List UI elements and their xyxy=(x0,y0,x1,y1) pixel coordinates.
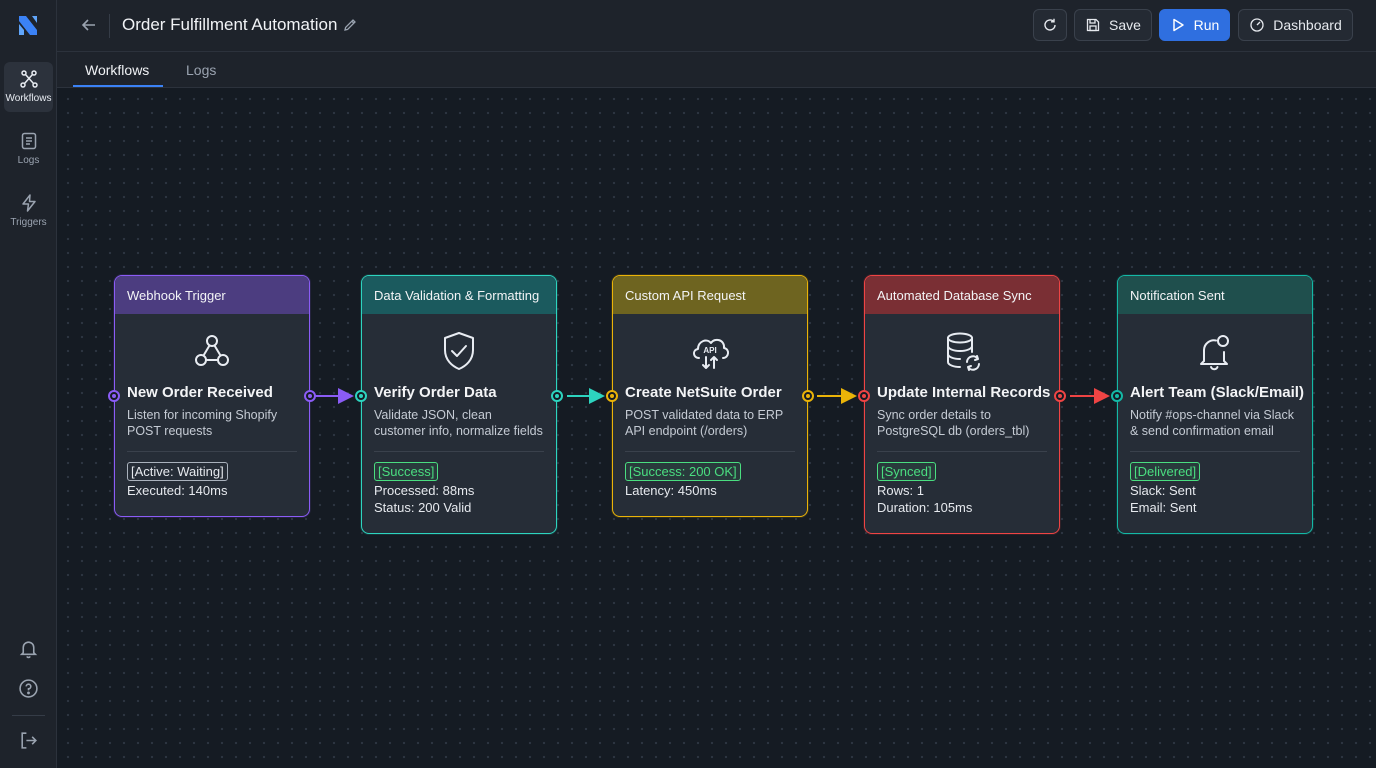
dashboard-label: Dashboard xyxy=(1273,17,1342,33)
input-port[interactable] xyxy=(108,390,120,402)
help-icon[interactable] xyxy=(18,678,39,699)
node-stat: Email: Sent xyxy=(1130,500,1197,515)
node-description: Notify #ops-channel via Slack & send con… xyxy=(1130,408,1294,438)
rail-divider xyxy=(12,715,45,716)
status-badge: [Success: 200 OK] xyxy=(625,462,741,481)
node-description: Listen for incoming Shopify POST request… xyxy=(127,408,278,438)
workflow-icon xyxy=(19,70,38,88)
save-label: Save xyxy=(1109,17,1141,33)
input-port[interactable] xyxy=(858,390,870,402)
node-title: New Order Received xyxy=(127,384,273,401)
dashboard-button[interactable]: Dashboard xyxy=(1238,9,1353,41)
workflow-node[interactable]: Notification Sent Alert Team (Slack/Emai… xyxy=(1117,275,1313,534)
node-title: Verify Order Data xyxy=(374,384,497,401)
node-header: Notification Sent xyxy=(1118,276,1312,314)
rail-item-triggers[interactable]: Triggers xyxy=(4,186,53,236)
output-port[interactable] xyxy=(551,390,563,402)
page-title: Order Fulfillment Automation xyxy=(122,15,338,34)
tab-logs[interactable]: Logs xyxy=(186,62,216,78)
rail-item-workflows[interactable]: Workflows xyxy=(4,62,53,112)
status-badge: [Success] xyxy=(374,462,439,481)
shield-check-icon xyxy=(444,332,474,370)
svg-text:API: API xyxy=(703,346,716,355)
node-stat: Processed: 88ms xyxy=(374,483,475,498)
node-divider xyxy=(1130,451,1300,452)
lightning-icon xyxy=(21,194,36,212)
node-header: Webhook Trigger xyxy=(115,276,309,314)
input-port[interactable] xyxy=(606,390,618,402)
run-label: Run xyxy=(1193,17,1220,33)
node-stat: Latency: 450ms xyxy=(625,483,717,498)
refresh-icon xyxy=(1044,18,1056,31)
node-stat: Slack: Sent xyxy=(1130,483,1196,498)
bell-icon[interactable] xyxy=(18,638,39,659)
node-divider xyxy=(877,451,1047,452)
play-icon xyxy=(1172,18,1184,32)
node-header: Custom API Request xyxy=(613,276,807,314)
pencil-icon[interactable] xyxy=(342,17,358,33)
node-stat: Rows: 1 xyxy=(877,483,924,498)
node-stat: Duration: 105ms xyxy=(877,500,973,515)
run-button[interactable]: Run xyxy=(1159,9,1230,41)
logs-icon xyxy=(21,132,36,150)
status-badge: [Active: Waiting] xyxy=(127,462,228,481)
cloud-api-icon: API xyxy=(693,338,729,369)
input-port[interactable] xyxy=(1111,390,1123,402)
node-divider xyxy=(127,451,297,452)
tab-bar: Workflows Logs xyxy=(57,52,1376,88)
tab-workflows[interactable]: Workflows xyxy=(85,62,149,78)
node-header: Data Validation & Formatting xyxy=(362,276,556,314)
workflow-node[interactable]: Webhook Trigger New Order Received Liste… xyxy=(114,275,310,517)
status-badge: [Delivered] xyxy=(1130,462,1201,481)
rail-label-logs: Logs xyxy=(17,155,40,166)
node-divider xyxy=(374,451,544,452)
active-tab-indicator xyxy=(73,85,163,87)
save-icon xyxy=(1086,18,1100,32)
back-arrow-icon[interactable] xyxy=(79,15,99,35)
output-port[interactable] xyxy=(304,390,316,402)
database-sync-icon xyxy=(947,332,980,371)
node-title: Alert Team (Slack/Email) xyxy=(1130,384,1304,401)
bell-notification-icon xyxy=(1200,335,1229,371)
status-badge: [Synced] xyxy=(877,462,936,481)
node-stat: Executed: 140ms xyxy=(127,483,228,498)
rail-label-workflows: Workflows xyxy=(5,93,52,104)
output-port[interactable] xyxy=(1054,390,1066,402)
node-title: Update Internal Records xyxy=(877,384,1051,401)
workflow-node[interactable]: Data Validation & Formatting Verify Orde… xyxy=(361,275,557,534)
rail-item-logs[interactable]: Logs xyxy=(4,124,53,174)
output-port[interactable] xyxy=(802,390,814,402)
workflow-node[interactable]: Custom API Request API Create NetSuite O… xyxy=(612,275,808,517)
node-stat: Status: 200 Valid xyxy=(374,500,472,515)
node-title: Create NetSuite Order xyxy=(625,384,782,401)
save-button[interactable]: Save xyxy=(1074,9,1152,41)
node-header: Automated Database Sync xyxy=(865,276,1059,314)
left-rail: Workflows Logs Triggers xyxy=(0,0,57,768)
top-bar: Order Fulfillment Automation Save Run Da… xyxy=(57,0,1376,52)
node-description: Validate JSON, clean customer info, norm… xyxy=(374,408,543,438)
webhook-icon xyxy=(195,335,229,366)
logout-icon[interactable] xyxy=(18,730,39,751)
gauge-icon xyxy=(1250,18,1264,32)
node-description: Sync order details to PostgreSQL db (ord… xyxy=(877,408,1030,438)
app-logo-icon[interactable] xyxy=(16,12,40,38)
refresh-button[interactable] xyxy=(1033,9,1067,41)
node-description: POST validated data to ERP API endpoint … xyxy=(625,408,783,438)
title-separator xyxy=(109,14,110,38)
workflow-node[interactable]: Automated Database Sync Update Internal … xyxy=(864,275,1060,534)
rail-label-triggers: Triggers xyxy=(10,217,47,228)
input-port[interactable] xyxy=(355,390,367,402)
node-divider xyxy=(625,451,795,452)
